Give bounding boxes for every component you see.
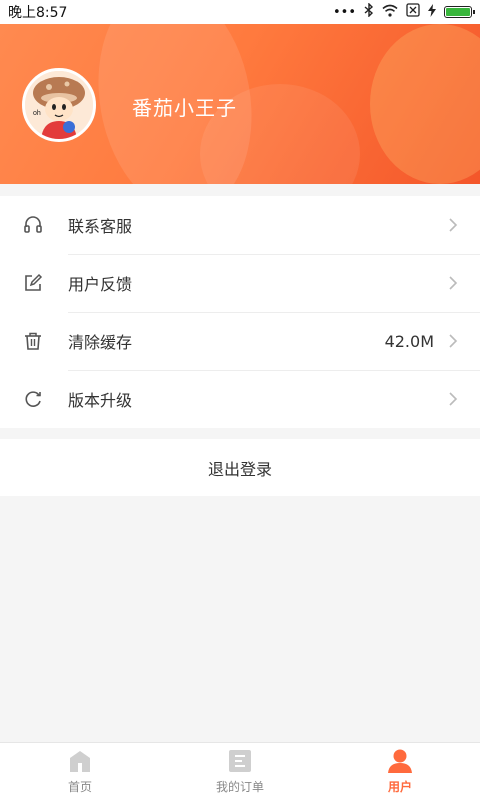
refresh-icon <box>22 388 44 410</box>
status-bar: 晚上8:57 ••• <box>0 0 480 24</box>
more-dots-icon: ••• <box>332 4 356 20</box>
home-icon <box>70 751 90 772</box>
chevron-right-icon <box>449 334 458 348</box>
status-icons: ••• <box>332 2 475 21</box>
username: 番茄小王子 <box>132 96 237 120</box>
cache-size-value: 42.0M <box>384 331 434 351</box>
menu-item-label: 版本升级 <box>68 391 133 410</box>
tab-orders[interactable]: 我的订单 <box>160 743 320 800</box>
wifi-icon <box>382 4 398 21</box>
tab-label: 首页 <box>67 780 92 794</box>
tab-user[interactable]: 用户 <box>320 743 480 800</box>
settings-menu: 联系客服 用户反馈 清除缓存 42.0M 版本升级 <box>0 196 480 428</box>
lightning-icon <box>428 3 436 21</box>
tab-home[interactable]: 首页 <box>0 743 160 800</box>
menu-item-contact-support[interactable]: 联系客服 <box>0 196 480 254</box>
user-icon <box>388 749 412 773</box>
header-decoration <box>370 24 480 184</box>
tab-label: 用户 <box>387 780 412 794</box>
bottom-tab-bar: 首页 我的订单 用户 <box>0 742 480 800</box>
sim-icon <box>406 3 420 21</box>
logout-button[interactable]: 退出登录 <box>0 439 480 496</box>
menu-item-feedback[interactable]: 用户反馈 <box>0 254 480 312</box>
battery-level <box>446 8 470 16</box>
status-time: 晚上8:57 <box>8 5 68 21</box>
avatar[interactable]: oh <box>22 68 96 142</box>
chevron-right-icon <box>449 392 458 406</box>
battery-icon <box>444 6 475 18</box>
svg-text:oh: oh <box>33 110 41 117</box>
menu-item-version-upgrade[interactable]: 版本升级 <box>0 370 480 428</box>
menu-item-label: 联系客服 <box>68 217 133 236</box>
chevron-right-icon <box>449 218 458 232</box>
menu-item-label: 清除缓存 <box>68 333 133 352</box>
profile-header: oh 番茄小王子 <box>0 24 480 184</box>
trash-icon <box>22 330 44 352</box>
menu-item-clear-cache[interactable]: 清除缓存 42.0M <box>0 312 480 370</box>
edit-icon <box>22 272 44 294</box>
empty-area <box>0 496 480 742</box>
orders-icon <box>229 750 251 772</box>
menu-item-label: 用户反馈 <box>68 275 133 294</box>
bluetooth-icon <box>364 2 374 21</box>
tab-label: 我的订单 <box>215 780 264 794</box>
chevron-right-icon <box>449 276 458 290</box>
headset-icon <box>22 214 44 236</box>
